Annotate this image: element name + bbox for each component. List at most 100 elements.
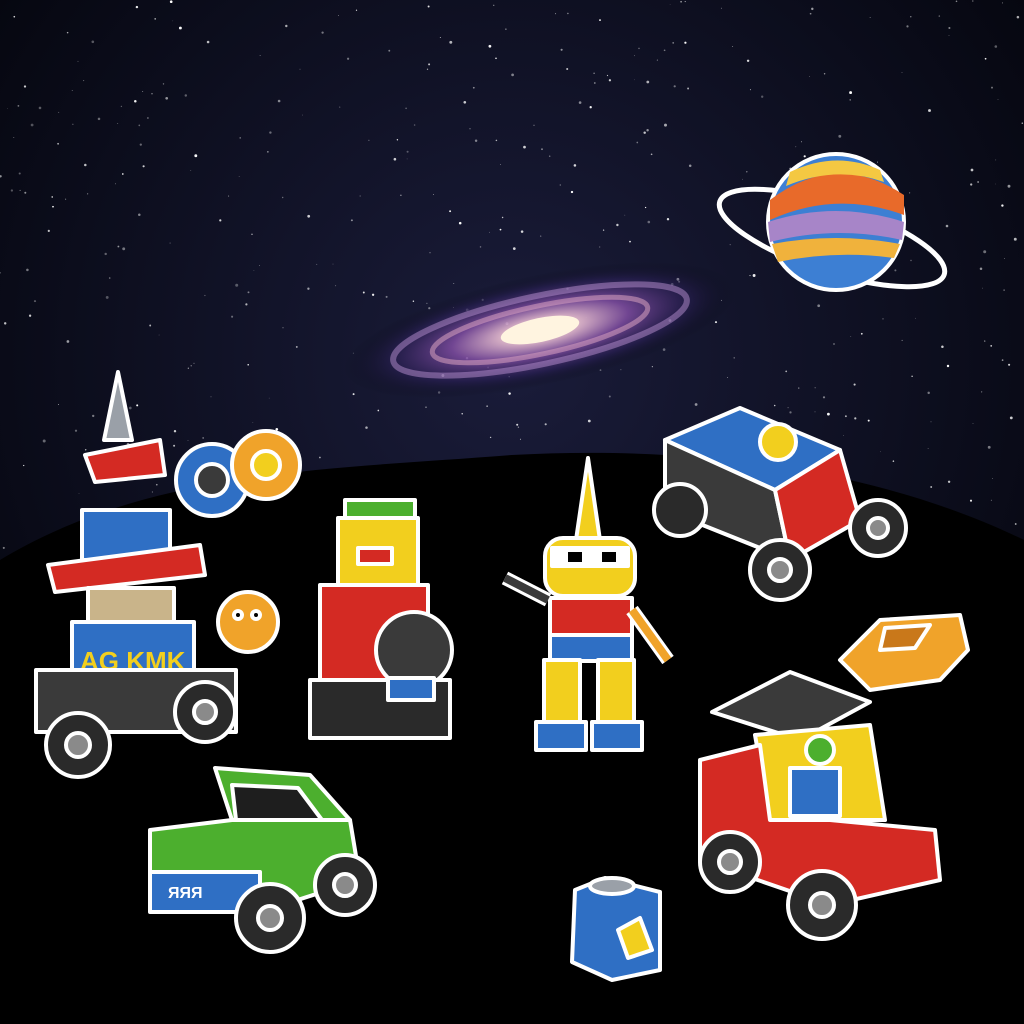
star — [339, 106, 341, 108]
star — [882, 318, 884, 320]
star — [984, 340, 986, 342]
star — [938, 15, 941, 17]
star — [930, 421, 932, 423]
star — [688, 164, 692, 167]
star — [165, 96, 169, 100]
star — [28, 314, 32, 317]
star — [74, 429, 78, 432]
star — [970, 168, 974, 172]
star — [990, 499, 992, 501]
star — [202, 437, 204, 439]
star — [162, 83, 165, 85]
star — [663, 49, 666, 52]
star — [426, 68, 429, 70]
star — [559, 184, 561, 186]
star — [877, 161, 879, 163]
star — [809, 12, 812, 15]
star — [128, 406, 132, 410]
star — [172, 20, 174, 22]
star — [307, 214, 311, 218]
star — [634, 79, 635, 81]
star — [997, 99, 999, 100]
star — [511, 73, 514, 77]
star — [983, 250, 987, 254]
star — [608, 79, 612, 82]
star — [57, 142, 59, 145]
star — [3, 322, 7, 325]
star — [854, 417, 857, 420]
star — [656, 59, 658, 61]
star — [636, 141, 639, 144]
star — [508, 392, 511, 395]
star — [909, 192, 911, 194]
star — [495, 139, 498, 142]
star — [892, 460, 895, 462]
star — [573, 164, 577, 167]
star — [787, 406, 789, 409]
star — [149, 324, 152, 327]
star — [694, 403, 698, 406]
star — [151, 93, 153, 95]
star — [84, 163, 87, 167]
star — [71, 89, 73, 91]
star — [332, 263, 334, 265]
star — [461, 413, 463, 415]
star — [105, 295, 109, 299]
star — [259, 265, 261, 266]
star — [930, 486, 933, 488]
star — [499, 228, 502, 231]
star — [814, 387, 816, 389]
star — [87, 193, 89, 195]
star — [285, 24, 288, 28]
star — [142, 91, 144, 92]
star — [982, 287, 983, 289]
star — [593, 82, 596, 84]
star — [23, 464, 25, 467]
star — [955, 0, 958, 3]
star — [1009, 416, 1013, 420]
star — [732, 46, 734, 47]
star — [822, 396, 826, 399]
star — [228, 195, 230, 197]
star — [350, 219, 353, 222]
star — [624, 214, 626, 216]
star — [684, 41, 687, 44]
blue-block-figure — [570, 876, 662, 982]
star — [1002, 2, 1003, 4]
star — [245, 303, 248, 306]
star — [479, 246, 482, 248]
star — [251, 233, 253, 235]
star — [151, 491, 153, 493]
star — [187, 440, 189, 442]
star — [120, 105, 123, 108]
star — [616, 223, 619, 227]
star — [204, 294, 206, 297]
star — [981, 391, 983, 393]
star — [946, 364, 950, 368]
star — [65, 198, 67, 200]
star — [433, 194, 434, 196]
star — [906, 25, 909, 28]
star — [396, 139, 399, 141]
star — [495, 57, 497, 60]
star — [555, 13, 557, 15]
star — [247, 291, 250, 294]
star — [427, 5, 430, 8]
star — [13, 136, 15, 138]
star — [84, 449, 87, 451]
star — [449, 210, 452, 213]
star — [7, 108, 8, 109]
star — [135, 5, 139, 9]
star — [994, 45, 998, 48]
star — [599, 19, 601, 22]
star — [83, 80, 85, 82]
star — [761, 95, 764, 98]
star — [117, 245, 120, 248]
star — [669, 3, 671, 5]
star — [995, 159, 997, 161]
star — [589, 106, 592, 109]
star — [687, 87, 690, 90]
star — [867, 419, 870, 422]
star — [516, 423, 519, 426]
star — [853, 383, 856, 386]
